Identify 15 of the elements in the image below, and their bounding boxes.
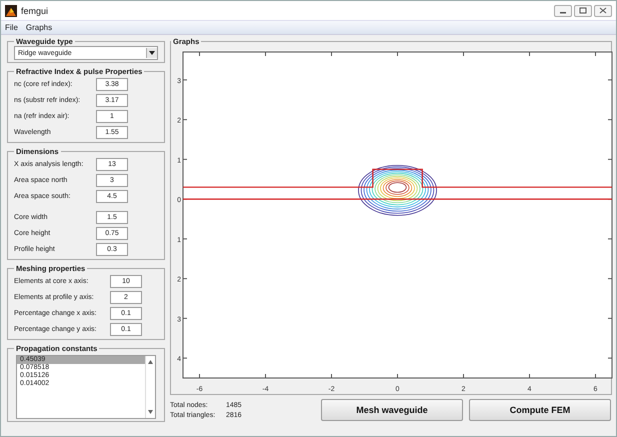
close-icon bbox=[599, 7, 607, 14]
menu-item[interactable]: File bbox=[5, 23, 18, 32]
menu-item[interactable]: Graphs bbox=[26, 23, 52, 32]
caret-icon bbox=[149, 51, 155, 55]
scrollbar[interactable] bbox=[145, 356, 155, 418]
window-title: femgui bbox=[21, 6, 48, 16]
app-icon bbox=[5, 4, 17, 16]
close-button[interactable] bbox=[594, 4, 612, 16]
action-button[interactable]: Compute FEM bbox=[469, 399, 611, 421]
maximize-icon bbox=[579, 7, 587, 14]
action-button[interactable]: Mesh waveguide bbox=[321, 399, 463, 421]
scroll-down-icon[interactable] bbox=[148, 410, 153, 414]
minimize-button[interactable] bbox=[554, 4, 572, 16]
maximize-button[interactable] bbox=[574, 4, 592, 16]
scroll-up-icon[interactable] bbox=[148, 360, 153, 364]
